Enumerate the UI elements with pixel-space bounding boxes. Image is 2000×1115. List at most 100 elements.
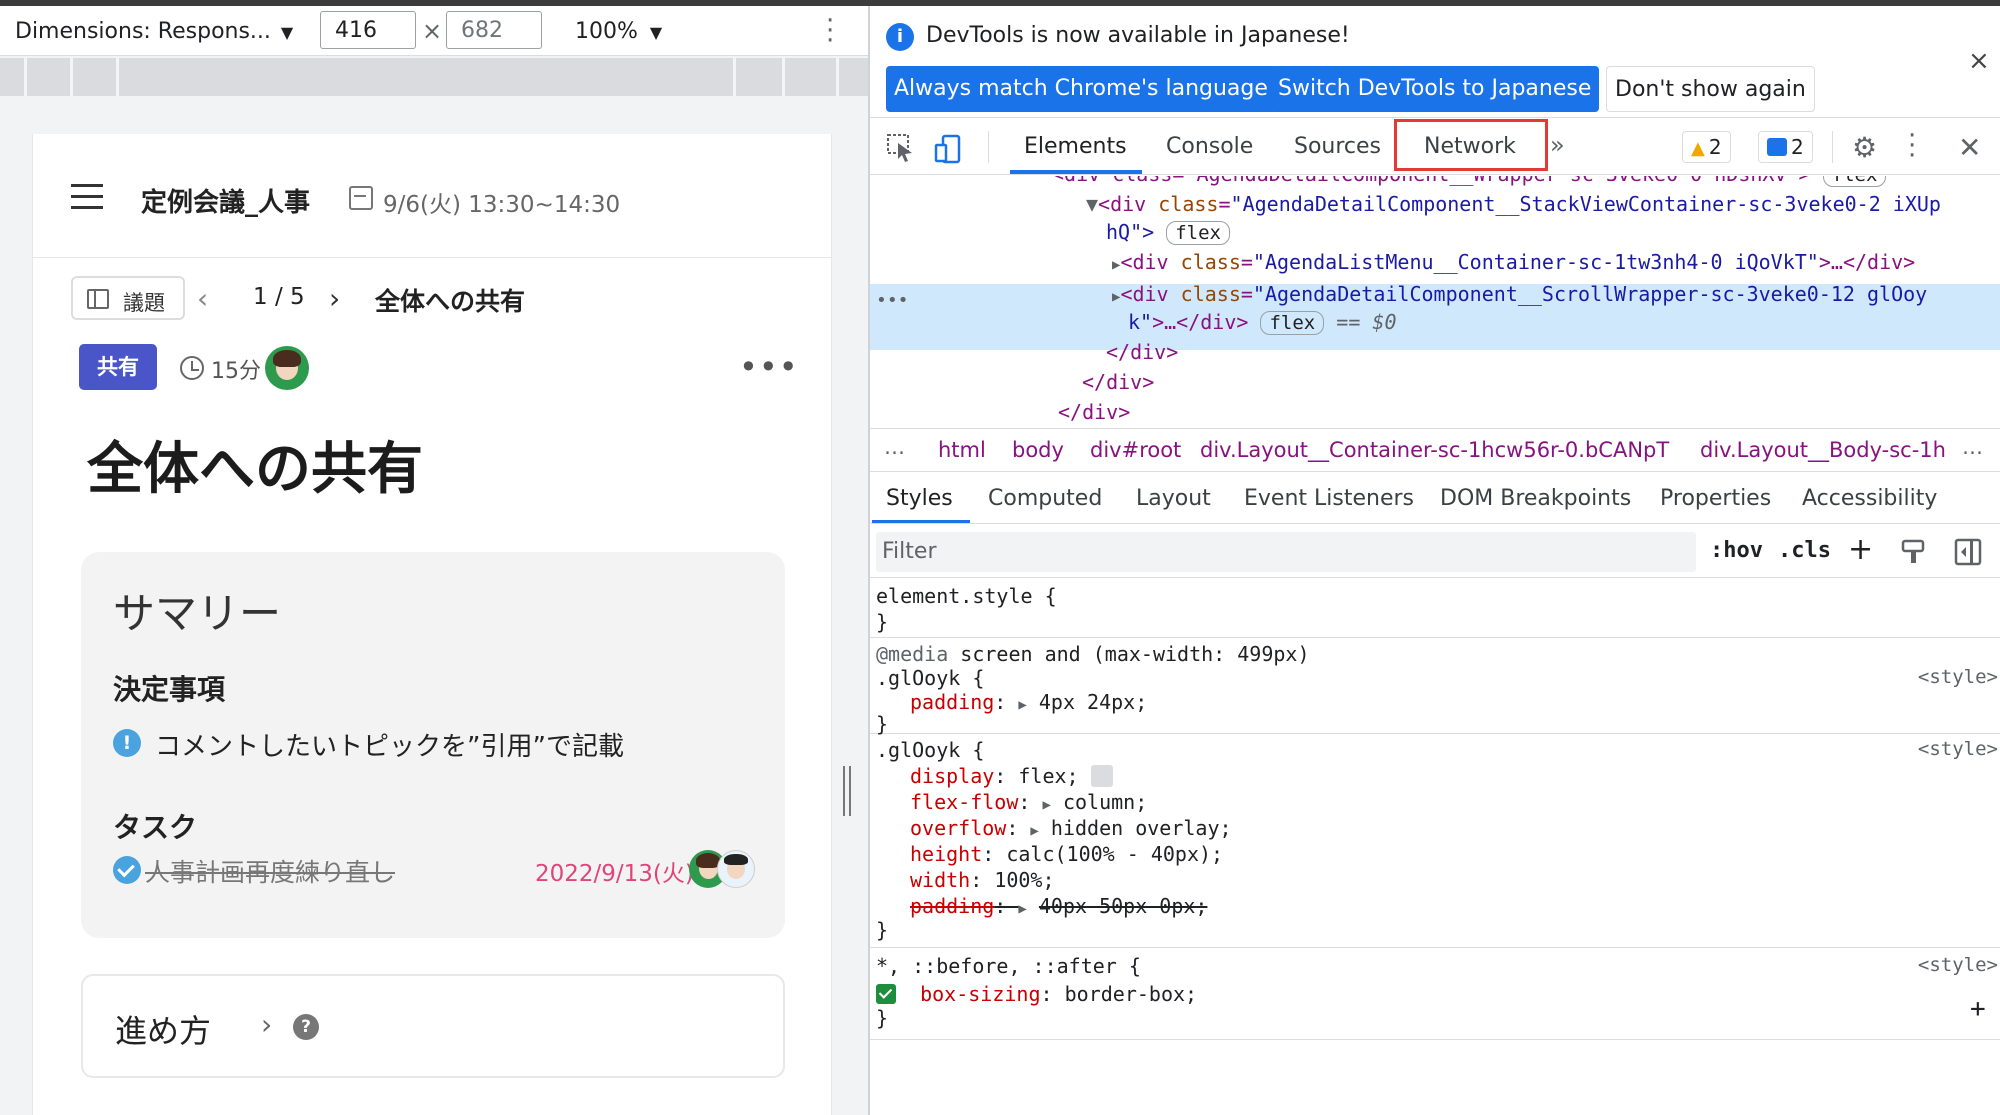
style-declaration[interactable]: flex-flow: ▶ column;: [910, 790, 1147, 814]
width-input[interactable]: 416: [320, 11, 416, 49]
menu-icon[interactable]: [71, 184, 103, 210]
topic-list-button[interactable]: 議題: [71, 276, 185, 320]
rule-selector[interactable]: .glOoyk {: [876, 738, 984, 762]
flexbox-editor-icon[interactable]: [1090, 765, 1113, 787]
paint-brush-icon[interactable]: [1900, 538, 1926, 566]
dom-node-selected[interactable]: ▶<div class="AgendaDetailComponent__Scro…: [1112, 282, 1927, 306]
height-input[interactable]: 682: [446, 11, 542, 49]
breadcrumb-item[interactable]: html: [938, 438, 986, 462]
devtools-menu-icon[interactable]: · · ·: [1908, 123, 1916, 169]
close-devtools-icon[interactable]: ✕: [1958, 131, 1981, 164]
task-check-icon[interactable]: [113, 856, 141, 884]
breadcrumb-item[interactable]: div#root: [1090, 438, 1181, 462]
style-declaration[interactable]: display: flex;: [910, 764, 1113, 788]
decision-item[interactable]: コメントしたいトピックを”引用”で記載: [155, 726, 624, 763]
meeting-time: 9/6(火) 13:30~14:30: [383, 192, 621, 218]
breadcrumb-item[interactable]: div.Layout__Body-sc-1h: [1700, 438, 1946, 462]
tab-event-listeners[interactable]: Event Listeners: [1244, 486, 1414, 511]
style-declaration[interactable]: width: 100%;: [910, 868, 1055, 892]
zoom-dropdown[interactable]: 100% ▼: [575, 19, 662, 44]
duration: 15分: [211, 359, 261, 384]
device-more-options-icon[interactable]: · · ·: [826, 8, 834, 54]
sidebar-tabs: Styles Computed Layout Event Listeners D…: [870, 474, 2000, 524]
task-item[interactable]: 人事計画再度練り直し: [145, 853, 395, 889]
style-declaration[interactable]: padding: ▶ 4px 24px;: [910, 690, 1147, 714]
process-title: 進め方: [115, 1012, 212, 1050]
dom-close-tag[interactable]: </div>: [1106, 340, 1178, 364]
gear-icon[interactable]: ⚙: [1852, 131, 1877, 164]
avatar[interactable]: [265, 346, 309, 390]
media-query: @media screen and (max-width: 499px): [876, 642, 1310, 666]
dom-node[interactable]: ▶<div class="AgendaListMenu__Container-s…: [1112, 250, 1915, 274]
breadcrumb-overflow-icon[interactable]: …: [884, 435, 905, 459]
dimensions-dropdown[interactable]: Dimensions: Respons... ▼: [15, 19, 293, 44]
class-toggle[interactable]: .cls: [1778, 538, 1831, 563]
avatar[interactable]: [717, 850, 755, 888]
rule-source-link[interactable]: <style>: [1918, 954, 1998, 976]
tab-elements[interactable]: Elements: [1024, 134, 1127, 159]
device-emulation-pane: Dimensions: Respons... ▼ 416 × 682 100% ▼ …: [0, 6, 868, 1115]
rule-selector[interactable]: *, ::before, ::after {: [876, 954, 1141, 978]
add-declaration-icon[interactable]: +: [1970, 994, 1986, 1024]
rule-source-link[interactable]: <style>: [1918, 666, 1998, 688]
tab-sources[interactable]: Sources: [1294, 134, 1381, 159]
style-declaration[interactable]: overflow: ▶ hidden overlay;: [910, 816, 1232, 840]
close-icon[interactable]: ×: [1968, 46, 1990, 76]
devtools-tabbar: Elements Console Sources Network » ▲ 2 2 …: [870, 119, 2000, 175]
elements-tree: <div class="AgendaDetailComponent__Wrapp…: [870, 176, 2000, 426]
dom-node[interactable]: ▼<div class="AgendaDetailComponent__Stac…: [1086, 192, 1941, 216]
messages-counter[interactable]: 2: [1758, 131, 1813, 163]
process-card[interactable]: 進め方 › ?: [81, 974, 785, 1078]
chevron-left-icon[interactable]: ‹: [197, 282, 208, 315]
row-actions-icon[interactable]: •••: [876, 290, 909, 311]
toolbar-divider: [988, 131, 989, 163]
switch-to-japanese-button[interactable]: Switch DevTools to Japanese: [1270, 66, 1600, 112]
style-declaration[interactable]: box-sizing: border-box;: [876, 982, 1197, 1006]
rule-selector[interactable]: .glOoyk {: [876, 666, 984, 690]
tab-accessibility[interactable]: Accessibility: [1802, 486, 1937, 511]
hover-state-toggle[interactable]: :hov: [1710, 538, 1763, 563]
device-toggle-icon[interactable]: [934, 133, 966, 165]
tab-layout[interactable]: Layout: [1136, 486, 1211, 511]
info-icon: i: [886, 23, 914, 51]
tab-styles[interactable]: Styles: [886, 486, 953, 511]
declaration-checkbox[interactable]: [876, 984, 896, 1004]
style-declaration[interactable]: height: calc(100% - 40px);: [910, 842, 1223, 866]
toggle-sidebar-icon[interactable]: [1954, 538, 1982, 566]
rule-brace: }: [876, 918, 889, 942]
tab-properties[interactable]: Properties: [1660, 486, 1771, 511]
dont-show-again-button[interactable]: Don't show again: [1606, 66, 1815, 112]
network-tab-highlight: [1394, 119, 1548, 171]
current-agenda-title: 全体への共有: [375, 287, 526, 316]
agenda-navigation: 議題 ‹ 1 / 5 › 全体への共有: [33, 274, 831, 326]
rule-source-link[interactable]: <style>: [1918, 738, 1998, 760]
breadcrumb-overflow-icon[interactable]: …: [1962, 435, 1983, 459]
breadcrumb-item[interactable]: div.Layout__Container-sc-1hcw56r-0.bCANp…: [1200, 438, 1669, 462]
chevron-right-icon[interactable]: ›: [329, 282, 340, 315]
help-icon[interactable]: ?: [293, 1014, 319, 1040]
clock-icon: [180, 356, 204, 380]
rule-selector[interactable]: element.style {: [876, 584, 1057, 608]
inspect-element-icon[interactable]: [886, 133, 918, 163]
more-options-icon[interactable]: •••: [739, 348, 799, 386]
toolbar-divider: [1832, 131, 1833, 163]
exclamation-icon: !: [113, 729, 141, 757]
rule-brace: }: [876, 1006, 889, 1030]
warnings-counter[interactable]: ▲ 2: [1682, 131, 1731, 163]
add-rule-icon[interactable]: +: [1848, 532, 1873, 567]
rule-glooyk: .glOoyk { <style> display: flex; flex-fl…: [870, 736, 2000, 948]
dom-close-tag[interactable]: </div>: [1058, 400, 1130, 424]
tab-computed[interactable]: Computed: [988, 486, 1102, 511]
dom-node[interactable]: <div class="AgendaDetailComponent__Wrapp…: [1052, 176, 1887, 187]
styles-filter-input[interactable]: Filter: [876, 532, 1696, 572]
tab-dom-breakpoints[interactable]: DOM Breakpoints: [1440, 486, 1631, 511]
resize-handle[interactable]: [843, 766, 851, 816]
more-tabs-icon[interactable]: »: [1550, 131, 1565, 159]
message-icon: [1767, 138, 1787, 156]
media-query-ruler[interactable]: [0, 58, 868, 96]
overridden-declaration[interactable]: padding: ▶ 40px 50px 0px;: [910, 894, 1207, 918]
breadcrumb-item[interactable]: body: [1012, 438, 1064, 462]
dom-close-tag[interactable]: </div>: [1082, 370, 1154, 394]
tab-console[interactable]: Console: [1166, 134, 1253, 159]
always-match-language-button[interactable]: Always match Chrome's language: [886, 66, 1276, 112]
